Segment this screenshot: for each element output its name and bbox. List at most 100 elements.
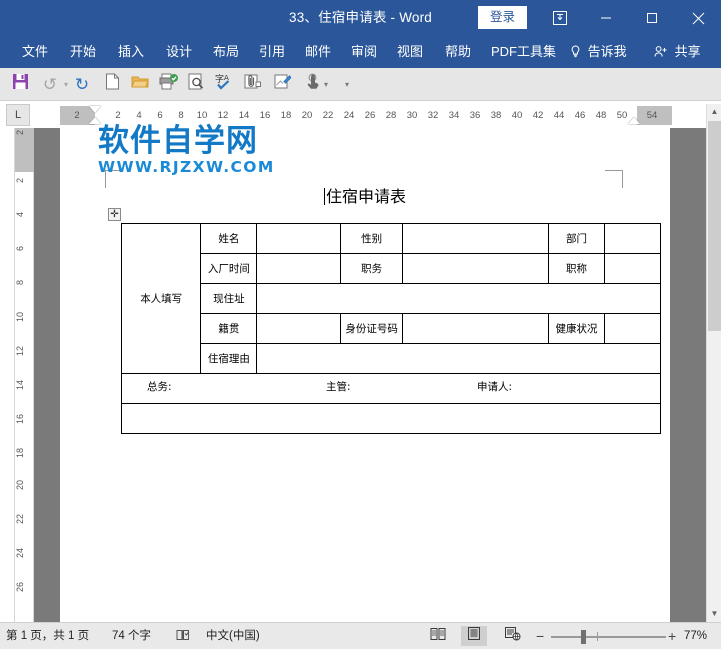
- vruler-tick: 14: [15, 380, 25, 391]
- cell-label-health[interactable]: 健康状况: [548, 313, 605, 344]
- tab-pdf-tools[interactable]: PDF工具集: [491, 36, 556, 68]
- cell-label-hometown[interactable]: 籍贯: [200, 313, 258, 344]
- page-indicator[interactable]: 第 1 页，共 1 页: [6, 623, 89, 649]
- vruler-tick: 20: [15, 480, 25, 491]
- open-folder-icon[interactable]: [128, 73, 152, 97]
- word-count[interactable]: 74 个字: [112, 623, 151, 649]
- save-icon[interactable]: [8, 73, 32, 97]
- read-mode-icon[interactable]: [425, 626, 451, 646]
- cell-value-health[interactable]: [603, 313, 662, 344]
- zoom-in-button[interactable]: +: [668, 628, 676, 644]
- undo-dropdown-caret[interactable]: ▾: [62, 81, 70, 89]
- vertical-scrollbar[interactable]: ▲ ▼: [706, 104, 721, 622]
- tab-mailings[interactable]: 邮件: [305, 36, 331, 68]
- tab-help[interactable]: 帮助: [445, 36, 471, 68]
- cell-label-reason[interactable]: 住宿理由: [200, 343, 258, 374]
- tell-me-box[interactable]: 告诉我: [570, 36, 627, 68]
- lightbulb-icon: [570, 44, 585, 59]
- cell-label-position[interactable]: 职务: [339, 253, 404, 284]
- minimize-icon[interactable]: [583, 0, 629, 36]
- redo-icon[interactable]: ↻: [70, 73, 94, 97]
- ruler-tick: 50: [616, 110, 628, 121]
- tab-references[interactable]: 引用: [259, 36, 285, 68]
- web-layout-icon[interactable]: [499, 626, 525, 646]
- cell-value-name[interactable]: [256, 223, 341, 254]
- cell-value-title[interactable]: [603, 253, 662, 284]
- cell-label-gender[interactable]: 性别: [339, 223, 404, 254]
- cell-value-gender[interactable]: [402, 223, 549, 254]
- tab-view[interactable]: 视图: [397, 36, 423, 68]
- horizontal-ruler[interactable]: 2 2 4 6 8 10 12 14 16 18 20 22 24 26 28 …: [60, 106, 672, 125]
- tab-layout[interactable]: 布局: [213, 36, 239, 68]
- ruler-tick: 54: [646, 110, 658, 121]
- scroll-up-arrow-icon[interactable]: ▲: [707, 104, 721, 120]
- share-button[interactable]: 共享: [654, 36, 701, 68]
- print-preview-icon[interactable]: [184, 73, 208, 97]
- scroll-down-arrow-icon[interactable]: ▼: [707, 606, 721, 622]
- ruler-tick: 40: [511, 110, 523, 121]
- edit-icon[interactable]: [270, 73, 294, 97]
- customize-qat-caret[interactable]: ▾: [343, 81, 351, 89]
- hanging-indent-marker[interactable]: [89, 117, 101, 124]
- cell-value-reason[interactable]: [256, 343, 661, 374]
- attachment-icon[interactable]: [240, 73, 264, 97]
- cell-label-department[interactable]: 部门: [548, 223, 605, 254]
- zoom-slider-midpoint: [597, 632, 598, 641]
- cell-label-id-number[interactable]: 身份证号码: [339, 313, 404, 344]
- ruler-tick: 42: [532, 110, 544, 121]
- vruler-tick: 22: [15, 514, 25, 525]
- tab-review[interactable]: 审阅: [351, 36, 377, 68]
- cell-value-entry-date[interactable]: [256, 253, 341, 284]
- document-page[interactable]: 软件自学网 WWW.RJZXW.COM 住宿申请表 ✛ 本人填写 姓名 性别 部…: [60, 124, 670, 622]
- touch-mode-icon[interactable]: [300, 73, 324, 97]
- sign-in-button[interactable]: 登录: [478, 6, 527, 29]
- vruler-tick: 2: [15, 178, 25, 184]
- person-share-icon: [654, 44, 672, 59]
- cell-value-address[interactable]: [256, 283, 661, 314]
- vertical-ruler[interactable]: 2 2 4 6 8 10 12 14 16 18 20 22 24 26: [14, 128, 35, 622]
- table-row: 住宿理由: [122, 343, 661, 374]
- application-form-table[interactable]: 本人填写 姓名 性别 部门 入厂时间 职务 职称 现住址 籍贯 身份证号码 健康…: [120, 223, 662, 434]
- spelling-check-icon[interactable]: 字A: [212, 73, 236, 97]
- language-indicator[interactable]: 中文(中国): [206, 623, 260, 649]
- cell-signature-line[interactable]: 总务: 主管: 申请人:: [121, 373, 661, 404]
- close-icon[interactable]: [675, 0, 721, 36]
- touch-mode-dropdown-caret[interactable]: ▾: [322, 81, 330, 89]
- zoom-out-button[interactable]: −: [536, 628, 544, 644]
- cell-blank-area[interactable]: [121, 403, 661, 434]
- tab-file[interactable]: 文件: [22, 36, 48, 68]
- cell-value-department[interactable]: [603, 223, 662, 254]
- cell-label-title[interactable]: 职称: [548, 253, 605, 284]
- maximize-icon[interactable]: [629, 0, 675, 36]
- tab-home[interactable]: 开始: [70, 36, 96, 68]
- scrollbar-thumb[interactable]: [708, 121, 721, 331]
- vruler-tick: 16: [15, 414, 25, 425]
- cell-value-hometown[interactable]: [256, 313, 341, 344]
- zoom-slider-thumb[interactable]: [581, 630, 586, 644]
- ribbon-display-options-icon[interactable]: [537, 0, 583, 36]
- proofing-errors-icon[interactable]: [176, 626, 190, 649]
- undo-icon[interactable]: ↺: [38, 73, 62, 97]
- ruler-tick: 34: [448, 110, 460, 121]
- zoom-slider-track[interactable]: [551, 636, 666, 638]
- new-document-icon[interactable]: [100, 73, 124, 97]
- table-move-handle-icon[interactable]: ✛: [108, 208, 121, 221]
- right-indent-marker[interactable]: [628, 117, 640, 124]
- vruler-tick: 8: [15, 280, 25, 286]
- table-row: 入厂时间 职务 职称: [122, 253, 662, 284]
- cell-value-id-number[interactable]: [402, 313, 549, 344]
- zoom-level[interactable]: 77%: [684, 623, 707, 649]
- print-layout-icon[interactable]: [461, 626, 487, 646]
- ruler-tick: 4: [136, 110, 142, 121]
- first-line-indent-marker[interactable]: [89, 106, 101, 113]
- tab-insert[interactable]: 插入: [118, 36, 144, 68]
- share-label: 共享: [674, 44, 701, 59]
- cell-label-entry-date[interactable]: 入厂时间: [200, 253, 258, 284]
- quick-print-icon[interactable]: [156, 73, 180, 97]
- cell-label-address[interactable]: 现住址: [200, 283, 258, 314]
- cell-value-position[interactable]: [402, 253, 549, 284]
- page-title: 住宿申请表: [60, 183, 670, 207]
- tab-design[interactable]: 设计: [166, 36, 192, 68]
- cell-label-name[interactable]: 姓名: [200, 223, 258, 254]
- tab-selector-button[interactable]: L: [6, 104, 30, 126]
